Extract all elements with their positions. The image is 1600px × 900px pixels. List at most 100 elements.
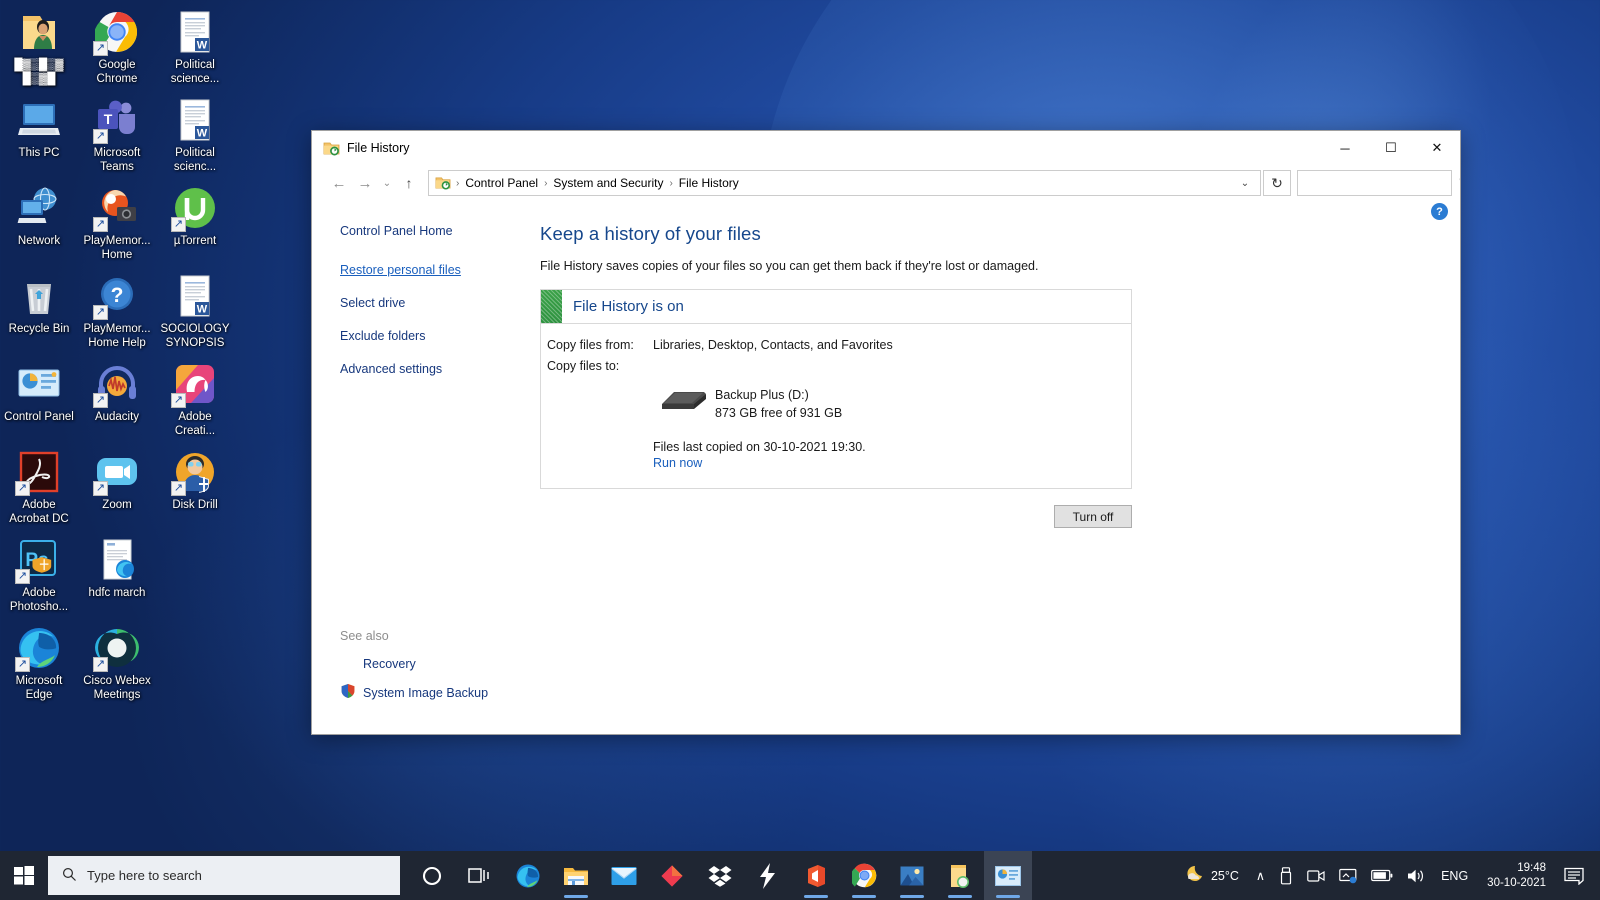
display-cast-icon[interactable] xyxy=(1332,851,1364,900)
control-panel-icon xyxy=(15,360,63,408)
desktop-icon[interactable]: ?PlayMemor... Home Help xyxy=(78,268,156,356)
run-now-link[interactable]: Run now xyxy=(653,456,702,470)
see-also-item-recovery[interactable]: Recovery xyxy=(340,657,488,671)
volume-icon[interactable] xyxy=(1400,851,1434,900)
desktop-icon[interactable]: WSOCIOLOGY SYNOPSIS xyxy=(156,268,234,356)
desktop-icon-label: Microsoft Teams xyxy=(80,147,154,174)
tray-weather[interactable]: 25°C xyxy=(1178,851,1249,900)
breadcrumb-system-and-security[interactable]: System and Security xyxy=(548,174,668,192)
refresh-button[interactable]: ↻ xyxy=(1263,170,1291,196)
battery-icon[interactable] xyxy=(1364,851,1400,900)
chrome-icon xyxy=(93,8,141,56)
taskbar-microsoft-edge-icon[interactable] xyxy=(504,851,552,900)
desktop-icon[interactable]: █▓▒█▒▓ █▒▓█ xyxy=(0,4,78,92)
desktop-icon[interactable]: hdfc march xyxy=(78,532,156,620)
desktop-icon-row: Control Panel Audacity Adobe Creati... xyxy=(0,356,240,444)
desktop-icon[interactable]: Network xyxy=(0,180,78,268)
taskbar-red-diamond-app-icon[interactable] xyxy=(648,851,696,900)
tray-overflow-chevron-icon[interactable]: ∧ xyxy=(1249,851,1272,900)
desktop-icon-label: Audacity xyxy=(95,411,139,425)
desktop-icon[interactable]: Audacity xyxy=(78,356,156,444)
taskbar-sticky-notes-icon[interactable] xyxy=(936,851,984,900)
desktop-icon[interactable]: Recycle Bin xyxy=(0,268,78,356)
start-button[interactable] xyxy=(0,851,48,900)
taskbar-control-panel-icon[interactable] xyxy=(984,851,1032,900)
see-also-label: Recovery xyxy=(363,657,416,671)
up-button[interactable]: ↑ xyxy=(396,170,422,196)
playmemories-home-icon xyxy=(93,184,141,232)
zoom-icon xyxy=(93,448,141,496)
desktop-icon[interactable]: Cisco Webex Meetings xyxy=(78,620,156,708)
minimize-button[interactable]: ─ xyxy=(1322,132,1368,165)
breadcrumb-control-panel[interactable]: Control Panel xyxy=(460,174,543,192)
sidebar: Control Panel Home Restore personal file… xyxy=(312,201,540,734)
desktop-icon[interactable]: W Political scienc... xyxy=(156,92,234,180)
taskbar-mail-icon[interactable] xyxy=(600,851,648,900)
see-also-item-system-image-backup[interactable]: System Image Backup xyxy=(340,683,488,702)
desktop-icon[interactable]: TMicrosoft Teams xyxy=(78,92,156,180)
taskbar-search-input[interactable] xyxy=(87,868,390,883)
taskbar-cortana-icon[interactable] xyxy=(408,851,456,900)
status-accent-block xyxy=(541,290,562,323)
search-icon xyxy=(1459,174,1461,192)
sidebar-item-exclude-folders[interactable]: Exclude folders xyxy=(340,328,425,345)
search-input[interactable] xyxy=(1304,176,1459,190)
taskbar-app-list xyxy=(408,851,1032,900)
desktop-icon[interactable]: PlayMemor... Home xyxy=(78,180,156,268)
desktop-icon-grid: █▓▒█▒▓ █▒▓█Google ChromeWPolitical scien… xyxy=(0,4,240,708)
camera-icon[interactable] xyxy=(1300,851,1332,900)
taskbar-lightning-app-icon[interactable] xyxy=(744,851,792,900)
tray-clock[interactable]: 19:48 30-10-2021 xyxy=(1475,851,1558,900)
desktop-icon[interactable]: PsAdobe Photosho... xyxy=(0,532,78,620)
shortcut-arrow-icon xyxy=(171,393,186,408)
copy-files-to-row: Copy files to: xyxy=(547,359,1115,373)
sidebar-item-control-panel-home[interactable]: Control Panel Home xyxy=(340,223,453,240)
taskbar-photos-icon[interactable] xyxy=(888,851,936,900)
copy-files-from-label: Copy files from: xyxy=(547,338,653,352)
taskbar-google-chrome-icon[interactable] xyxy=(840,851,888,900)
breadcrumb-bar[interactable]: › Control Panel › System and Security › … xyxy=(428,170,1261,196)
copy-files-from-value: Libraries, Desktop, Contacts, and Favori… xyxy=(653,338,893,352)
action-center-icon[interactable] xyxy=(1558,851,1594,900)
status-header: File History is on xyxy=(541,290,1131,324)
desktop-icon-label: Political scienc... xyxy=(158,147,232,174)
tray-language[interactable]: ENG xyxy=(1434,851,1475,900)
sidebar-item-advanced-settings[interactable]: Advanced settings xyxy=(340,361,442,378)
desktop-icon[interactable]: Control Panel xyxy=(0,356,78,444)
desktop-icon[interactable]: WPolitical science... xyxy=(156,4,234,92)
recent-locations-button[interactable]: ⌄ xyxy=(378,170,396,196)
tray-date: 30-10-2021 xyxy=(1487,876,1546,891)
desktop-icon[interactable]: µTorrent xyxy=(156,180,234,268)
file-history-icon xyxy=(323,140,340,157)
blurred-user-folder-icon xyxy=(15,8,63,56)
taskbar-search-box[interactable] xyxy=(48,856,400,895)
taskbar-dropbox-icon[interactable] xyxy=(696,851,744,900)
desktop-icon[interactable]: Zoom xyxy=(78,444,156,532)
desktop-icon[interactable]: Disk Drill xyxy=(156,444,234,532)
back-button[interactable]: ← xyxy=(326,170,352,196)
desktop-icon[interactable]: Adobe Creati... xyxy=(156,356,234,444)
close-button[interactable]: ✕ xyxy=(1414,132,1460,165)
taskbar-task-view-icon[interactable] xyxy=(456,851,504,900)
breadcrumb-file-history[interactable]: File History xyxy=(674,174,744,192)
turn-off-button[interactable]: Turn off xyxy=(1054,505,1132,528)
search-box[interactable] xyxy=(1297,170,1452,196)
desktop-icon-row: █▓▒█▒▓ █▒▓█Google ChromeWPolitical scien… xyxy=(0,4,240,92)
external-drive-icon xyxy=(653,380,715,418)
file-history-status-panel: File History is on Copy files from: Libr… xyxy=(540,289,1132,489)
desktop-icon[interactable]: This PC xyxy=(0,92,78,180)
forward-button[interactable]: → xyxy=(352,170,378,196)
help-icon[interactable]: ? xyxy=(1431,203,1448,220)
svg-text:W: W xyxy=(197,128,208,140)
desktop-icon-label: PlayMemor... Home Help xyxy=(80,323,154,350)
sidebar-item-restore-personal-files[interactable]: Restore personal files xyxy=(340,262,461,279)
maximize-button[interactable]: ☐ xyxy=(1368,132,1414,165)
chevron-down-icon[interactable]: ⌄ xyxy=(1234,171,1256,195)
usb-icon[interactable] xyxy=(1272,851,1300,900)
desktop-icon[interactable]: Microsoft Edge xyxy=(0,620,78,708)
desktop-icon[interactable]: Google Chrome xyxy=(78,4,156,92)
taskbar-file-explorer-icon[interactable] xyxy=(552,851,600,900)
taskbar-microsoft-office-icon[interactable] xyxy=(792,851,840,900)
sidebar-item-select-drive[interactable]: Select drive xyxy=(340,295,405,312)
desktop-icon[interactable]: Adobe Acrobat DC xyxy=(0,444,78,532)
